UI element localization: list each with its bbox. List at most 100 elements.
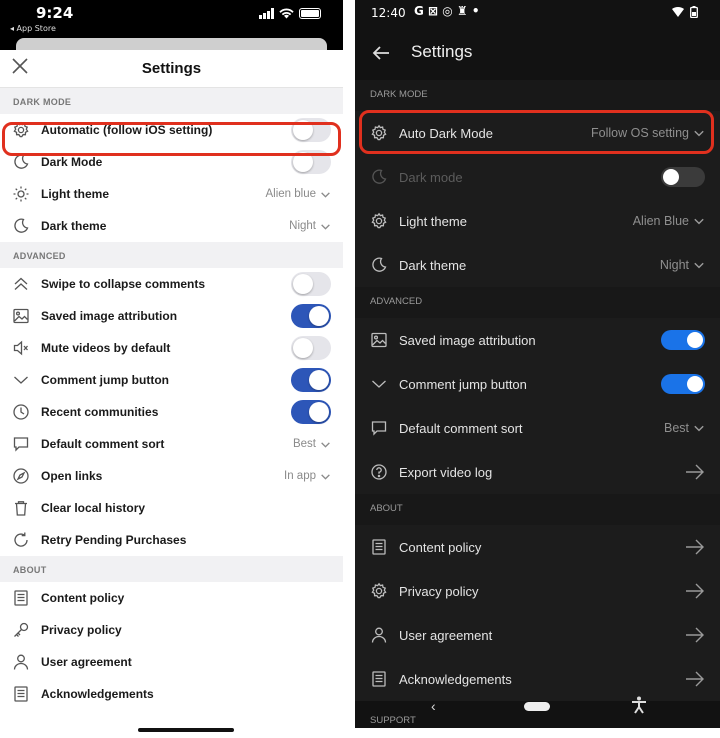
back-arrow-icon[interactable] [371, 43, 391, 63]
toggle-switch[interactable] [661, 374, 705, 394]
wifi-icon [279, 8, 294, 19]
nav-home-pill[interactable] [524, 702, 550, 711]
toggle-switch[interactable] [291, 304, 331, 328]
setting-row-privacy-policy[interactable]: Privacy policy [355, 569, 720, 613]
setting-label: Export video log [399, 464, 493, 480]
person-icon [370, 626, 388, 644]
setting-label: Default comment sort [41, 437, 165, 451]
setting-value: Best [663, 421, 689, 435]
chevron-down-icon [694, 218, 704, 225]
highlight-annotation [359, 110, 714, 154]
accessibility-icon[interactable] [631, 696, 647, 714]
setting-label: Clear local history [41, 501, 146, 515]
setting-row-comment-jump-button[interactable]: Comment jump button [355, 362, 720, 406]
section-header-about: ABOUT [0, 556, 343, 582]
chevron-down-icon [321, 191, 330, 198]
setting-label: Light theme [399, 213, 467, 229]
clock-icon [12, 403, 30, 421]
setting-row-light-theme[interactable]: Light theme Alien Blue [355, 199, 720, 243]
setting-label: Dark theme [41, 219, 107, 233]
setting-row-comment-jump-button[interactable]: Comment jump button [0, 364, 343, 396]
notification-icons: G ⊠ ◎ ♜ • [414, 4, 480, 18]
setting-label: Dark mode [399, 169, 463, 185]
person-icon [12, 653, 30, 671]
setting-row-recent-communities[interactable]: Recent communities [0, 396, 343, 428]
setting-label: User agreement [41, 655, 132, 669]
setting-row-mute-videos-by-default[interactable]: Mute videos by default [0, 332, 343, 364]
setting-label: Open links [41, 469, 103, 483]
chevron-down-icon [694, 425, 704, 432]
nav-back-icon[interactable]: ‹ [431, 698, 436, 714]
status-time: 12:40 [371, 6, 406, 20]
setting-row-default-comment-sort[interactable]: Default comment sort Best [0, 428, 343, 460]
moon-icon [12, 217, 30, 235]
toggle-switch[interactable] [291, 336, 331, 360]
sun-icon [12, 185, 30, 203]
comment-icon [370, 419, 388, 437]
arrow-right-icon [686, 583, 704, 599]
document-icon [12, 685, 30, 703]
setting-row-dark-mode: Dark mode [355, 155, 720, 199]
section-header-about: ABOUT [355, 494, 720, 525]
setting-row-open-links[interactable]: Open links In app [0, 460, 343, 492]
page-title: Settings [141, 60, 202, 77]
setting-label: Comment jump button [41, 373, 169, 387]
setting-row-saved-image-attribution[interactable]: Saved image attribution [0, 300, 343, 332]
section-header-advanced: ADVANCED [0, 242, 343, 268]
setting-label: Default comment sort [399, 420, 523, 436]
moon-icon [370, 168, 388, 186]
double-chevron-up-icon [12, 275, 30, 293]
setting-label: Saved image attribution [399, 332, 536, 348]
section-header-advanced: ADVANCED [355, 287, 720, 318]
status-icons [672, 6, 698, 18]
status-time: 9:24 [36, 4, 74, 22]
chevron-down-icon [321, 223, 330, 230]
wifi-icon [672, 7, 684, 17]
android-app-bar: Settings [355, 27, 720, 80]
setting-row-clear-local-history[interactable]: Clear local history [0, 492, 343, 524]
status-icons [259, 8, 321, 19]
ios-settings-list: DARK MODE Automatic (follow iOS setting) D… [0, 88, 343, 710]
setting-row-dark-theme[interactable]: Dark theme Night [0, 210, 343, 242]
signal-icon [259, 8, 274, 19]
setting-label: Acknowledgements [399, 671, 512, 687]
setting-label: Mute videos by default [41, 341, 171, 355]
setting-row-user-agreement[interactable]: User agreement [355, 613, 720, 657]
setting-row-dark-theme[interactable]: Dark theme Night [355, 243, 720, 287]
setting-row-retry-pending-purchases[interactable]: Retry Pending Purchases [0, 524, 343, 556]
setting-row-export-video-log[interactable]: Export video log [355, 450, 720, 494]
chevron-down-icon [321, 473, 330, 480]
compass-icon [12, 467, 30, 485]
section-header-dark-mode: DARK MODE [0, 88, 343, 114]
toggle-switch[interactable] [291, 400, 331, 424]
setting-value: Best [292, 438, 316, 450]
setting-row-privacy-policy[interactable]: Privacy policy [0, 614, 343, 646]
setting-row-saved-image-attribution[interactable]: Saved image attribution [355, 318, 720, 362]
toggle-switch[interactable] [661, 330, 705, 350]
home-indicator [138, 728, 234, 732]
setting-row-acknowledgements[interactable]: Acknowledgements [0, 678, 343, 710]
key-icon [12, 621, 30, 639]
battery-icon [299, 8, 321, 19]
setting-label: Light theme [41, 187, 109, 201]
setting-row-light-theme[interactable]: Light theme Alien blue [0, 178, 343, 210]
chevron-down-icon [694, 262, 704, 269]
ios-nav-header: Settings [0, 50, 343, 88]
setting-row-swipe-to-collapse-comments[interactable]: Swipe to collapse comments [0, 268, 343, 300]
chevron-down-icon [321, 441, 330, 448]
toggle-switch[interactable] [291, 272, 331, 296]
setting-row-content-policy[interactable]: Content policy [0, 582, 343, 614]
setting-label: Comment jump button [399, 376, 527, 392]
setting-label: Acknowledgements [41, 687, 154, 701]
document-icon [12, 589, 30, 607]
setting-label: Saved image attribution [41, 309, 178, 323]
back-to-app-store-link[interactable]: ◂ App Store [10, 24, 56, 33]
setting-row-user-agreement[interactable]: User agreement [0, 646, 343, 678]
setting-label: Privacy policy [41, 623, 122, 637]
setting-row-default-comment-sort[interactable]: Default comment sort Best [355, 406, 720, 450]
image-icon [12, 307, 30, 325]
toggle-switch[interactable] [291, 368, 331, 392]
setting-row-content-policy[interactable]: Content policy [355, 525, 720, 569]
setting-value: Alien blue [265, 188, 316, 200]
setting-label: Privacy policy [399, 583, 479, 599]
